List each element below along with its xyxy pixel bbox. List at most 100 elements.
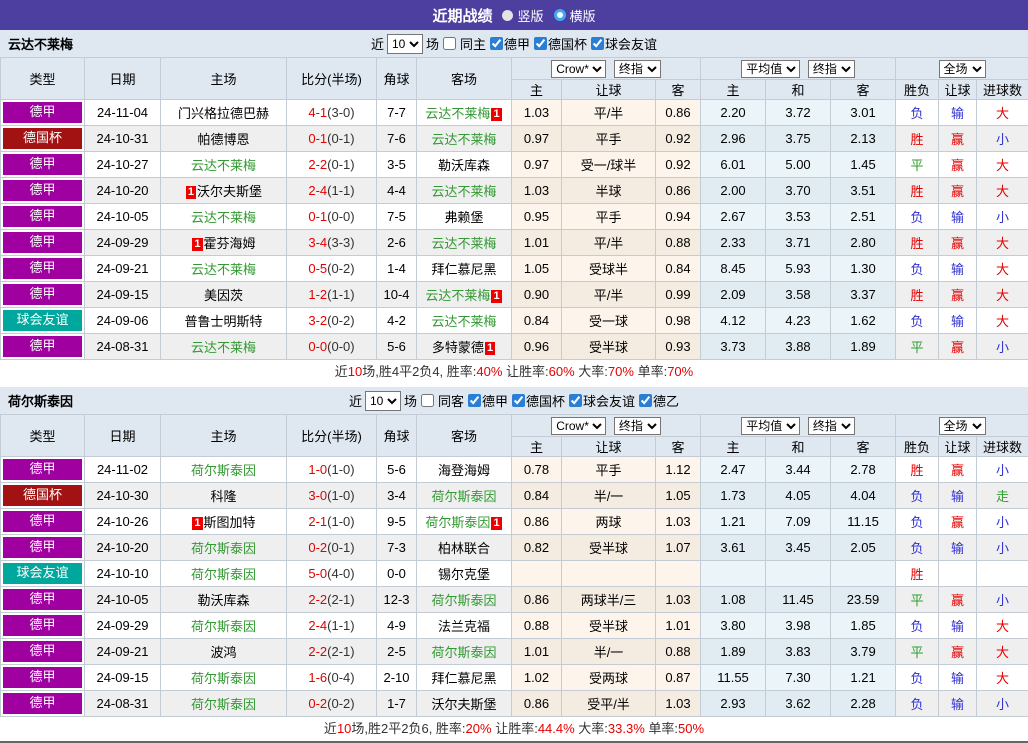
matches-table-team1: 类型 日期 主场 比分(半场) 角球 客场 Crow* 终指 平均值 终指 全场 (0, 57, 1028, 360)
summary-segment: 单率: (634, 364, 667, 379)
odds-handicap: 平手 (562, 457, 656, 483)
league-checkbox[interactable] (468, 394, 481, 407)
league-checkbox[interactable] (512, 394, 525, 407)
final-index-select[interactable]: 终指 (614, 60, 661, 78)
odds-away: 0.86 (656, 100, 701, 126)
average-select[interactable]: 平均值 (741, 60, 800, 78)
odds-away: 0.93 (656, 334, 701, 360)
fulltime-score: 0-5 (308, 261, 327, 276)
avg-away: 1.21 (831, 665, 896, 691)
summary-segment: 70% (608, 364, 634, 379)
odds-handicap: 半/一 (562, 483, 656, 509)
league-checkbox[interactable] (534, 37, 547, 50)
result-winloss: 胜 (896, 282, 939, 308)
bookmaker-select[interactable]: Crow* (551, 417, 606, 435)
final-index-select[interactable]: 终指 (614, 417, 661, 435)
result-handicap: 赢 (939, 334, 977, 360)
recent-label: 近 (349, 391, 362, 410)
avg-home: 3.73 (701, 334, 766, 360)
full-match-select[interactable]: 全场 (939, 417, 986, 435)
same-away-checkbox[interactable] (421, 394, 434, 407)
away-team-label: 荷尔斯泰因 (431, 489, 496, 504)
league-badge: 德甲 (3, 537, 82, 558)
result-winloss: 胜 (896, 178, 939, 204)
bookmaker-select[interactable]: Crow* (551, 60, 606, 78)
odds-home: 0.97 (512, 152, 562, 178)
away-team-label: 勒沃库森 (438, 158, 490, 173)
result-handicap: 输 (939, 535, 977, 561)
games-count-select[interactable]: 10 (387, 34, 423, 54)
league-checkbox[interactable] (639, 394, 652, 407)
average-select[interactable]: 平均值 (741, 417, 800, 435)
odds-home: 0.88 (512, 613, 562, 639)
away-team-label: 荷尔斯泰因 (431, 593, 496, 608)
match-score: 4-1(3-0) (287, 100, 377, 126)
result-goals: 大 (977, 230, 1028, 256)
away-team-label: 云达不莱梅 (431, 236, 496, 251)
match-row: 德甲24-10-05勒沃库森2-2(2-1)12-3荷尔斯泰因0.86两球半/三… (1, 587, 1028, 613)
result-handicap: 赢 (939, 587, 977, 613)
sub-avg-away: 客 (831, 437, 896, 457)
fulltime-score: 2-2 (308, 157, 327, 172)
avg-home: 11.55 (701, 665, 766, 691)
result-winloss: 负 (896, 483, 939, 509)
away-team: 云达不莱梅1 (417, 100, 512, 126)
corner-count: 10-4 (377, 282, 417, 308)
result-winloss: 负 (896, 535, 939, 561)
halftime-score: (0-1) (327, 157, 354, 172)
league-label: 德国杯 (526, 391, 565, 410)
home-team: 波鸿 (161, 639, 287, 665)
avg-home: 4.12 (701, 308, 766, 334)
same-home-checkbox[interactable] (443, 37, 456, 50)
vertical-layout-radio[interactable]: 竖版 (502, 6, 543, 25)
corner-count: 2-5 (377, 639, 417, 665)
away-team-label: 云达不莱梅 (431, 314, 496, 329)
match-score: 3-4(3-3) (287, 230, 377, 256)
match-type: 德甲 (1, 509, 85, 535)
match-score: 2-4(1-1) (287, 613, 377, 639)
league-badge: 德甲 (3, 511, 82, 532)
horizontal-layout-radio[interactable]: 横版 (554, 6, 596, 25)
league-label: 球会友谊 (583, 391, 635, 410)
match-score: 0-1(0-0) (287, 204, 377, 230)
home-team-label: 荷尔斯泰因 (191, 567, 256, 582)
full-match-select[interactable]: 全场 (939, 60, 986, 78)
league-checkbox[interactable] (569, 394, 582, 407)
avg-draw: 3.83 (766, 639, 831, 665)
away-team-label: 云达不莱梅 (425, 106, 490, 121)
home-team: 普鲁士明斯特 (161, 308, 287, 334)
games-count-select[interactable]: 10 (365, 391, 401, 411)
away-team-label: 云达不莱梅 (425, 288, 490, 303)
average-group: 平均值 终指 (701, 415, 896, 437)
match-type: 德甲 (1, 587, 85, 613)
final-index-select-2[interactable]: 终指 (808, 60, 855, 78)
fulltime-score: 1-0 (308, 462, 327, 477)
avg-home: 3.80 (701, 613, 766, 639)
odds-home: 0.84 (512, 483, 562, 509)
league-badge: 德甲 (3, 206, 82, 227)
avg-draw: 3.70 (766, 178, 831, 204)
result-winloss: 负 (896, 509, 939, 535)
league-badge: 德甲 (3, 693, 82, 714)
odds-home: 0.86 (512, 587, 562, 613)
radio-selected-icon[interactable] (554, 9, 566, 21)
sub-avg-draw: 和 (766, 437, 831, 457)
avg-draw: 5.00 (766, 152, 831, 178)
away-team: 柏林联合 (417, 535, 512, 561)
league-badge: 德甲 (3, 615, 82, 636)
home-team-label: 云达不莱梅 (191, 262, 256, 277)
match-type: 德甲 (1, 178, 85, 204)
odds-handicap: 受平/半 (562, 691, 656, 717)
avg-home: 1.08 (701, 587, 766, 613)
match-date: 24-10-20 (85, 178, 161, 204)
away-team-label: 弗赖堡 (444, 210, 483, 225)
odds-handicap: 平/半 (562, 230, 656, 256)
league-filters: 德甲德国杯球会友谊 (489, 34, 657, 53)
league-checkbox[interactable] (490, 37, 503, 50)
home-team: 云达不莱梅 (161, 256, 287, 282)
sub-handicap-result: 让球 (939, 437, 977, 457)
radio-unselected-icon[interactable] (502, 10, 513, 21)
match-score: 2-1(1-0) (287, 509, 377, 535)
league-checkbox[interactable] (591, 37, 604, 50)
final-index-select-2[interactable]: 终指 (808, 417, 855, 435)
